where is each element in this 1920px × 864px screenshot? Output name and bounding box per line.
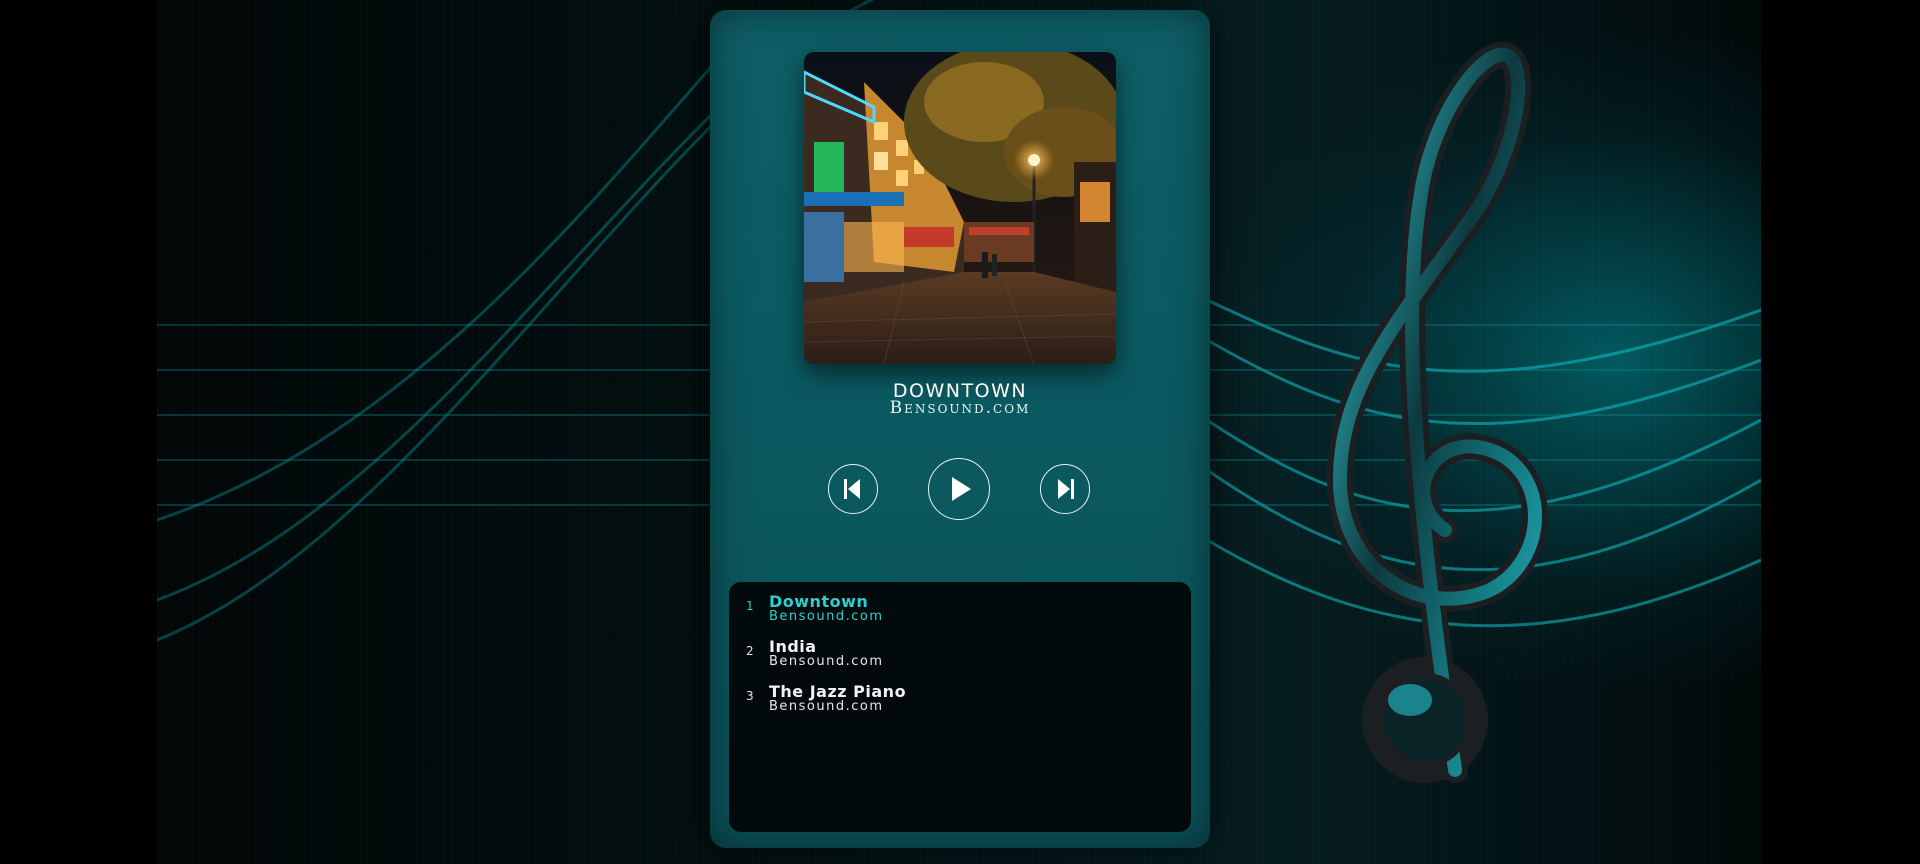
skip-previous-icon — [844, 479, 860, 499]
play-icon — [952, 477, 971, 501]
playlist-item[interactable]: 1 Downtown Bensound.com — [729, 582, 1191, 624]
app-window: DOWNTOWN Bensound.com 1 Downtown Bensoun… — [0, 0, 1920, 864]
playlist-item-artist: Bensound.com — [769, 609, 884, 624]
playlist-item-artist: Bensound.com — [769, 699, 884, 714]
playlist-item-artist: Bensound.com — [769, 654, 884, 669]
next-track-button[interactable] — [1040, 464, 1090, 514]
playlist-item[interactable]: 2 India Bensound.com — [729, 627, 1191, 669]
music-player-card: DOWNTOWN Bensound.com 1 Downtown Bensoun… — [710, 10, 1210, 848]
album-cover — [804, 52, 1116, 364]
play-button[interactable] — [928, 458, 990, 520]
album-cover-image — [804, 52, 1116, 364]
playlist-item-number: 3 — [746, 689, 754, 703]
now-playing-artist: Bensound.com — [889, 398, 1031, 418]
playlist: 1 Downtown Bensound.com 2 India Bensound… — [729, 582, 1191, 832]
playlist-item[interactable]: 3 The Jazz Piano Bensound.com — [729, 672, 1191, 714]
skip-next-icon — [1058, 479, 1074, 499]
treble-clef-icon — [1326, 41, 1548, 783]
playlist-item-number: 1 — [746, 599, 754, 613]
playlist-item-number: 2 — [746, 644, 754, 658]
previous-track-button[interactable] — [828, 464, 878, 514]
